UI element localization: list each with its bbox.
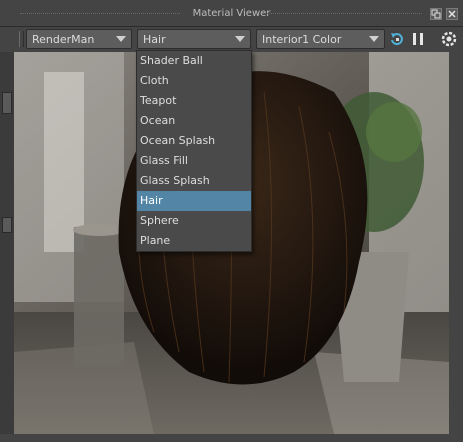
toolbar: RenderMan Hair Interior1 Color: [0, 27, 463, 51]
environment-select[interactable]: Interior1 Color: [256, 29, 385, 49]
toolbar-grip[interactable]: [19, 31, 24, 47]
menu-item-cloth[interactable]: Cloth: [137, 71, 251, 91]
chevron-down-icon: [233, 33, 247, 45]
chevron-down-icon: [114, 33, 128, 45]
right-panel-strip: [449, 52, 463, 434]
renderer-select[interactable]: RenderMan: [26, 29, 132, 49]
refresh-render-icon[interactable]: [389, 31, 405, 47]
shape-dropdown-menu: Shader Ball Cloth Teapot Ocean Ocean Spl…: [136, 50, 252, 252]
shape-select[interactable]: Hair: [137, 29, 251, 49]
chevron-down-icon: [367, 33, 381, 45]
menu-item-glass-fill[interactable]: Glass Fill: [137, 151, 251, 171]
menu-item-sphere[interactable]: Sphere: [137, 211, 251, 231]
menu-item-teapot[interactable]: Teapot: [137, 91, 251, 111]
environment-value: Interior1 Color: [262, 33, 342, 46]
menu-item-ocean-splash[interactable]: Ocean Splash: [137, 131, 251, 151]
bottom-strip: [0, 434, 463, 442]
settings-icon[interactable]: [441, 31, 457, 47]
title-grip-right[interactable]: [262, 13, 422, 15]
pause-icon[interactable]: [410, 31, 426, 47]
menu-item-hair[interactable]: Hair: [137, 191, 251, 211]
menu-item-shader-ball[interactable]: Shader Ball: [137, 51, 251, 71]
left-panel-handle[interactable]: [2, 217, 12, 233]
menu-item-plane[interactable]: Plane: [137, 231, 251, 251]
dock-icon[interactable]: [430, 8, 442, 20]
title-bar: Material Viewer: [0, 0, 463, 27]
renderer-value: RenderMan: [32, 33, 95, 46]
left-scroll-handle[interactable]: [2, 92, 12, 114]
menu-item-ocean[interactable]: Ocean: [137, 111, 251, 131]
menu-item-glass-splash[interactable]: Glass Splash: [137, 171, 251, 191]
shape-value: Hair: [143, 33, 166, 46]
left-panel-strip: [0, 52, 15, 434]
close-icon[interactable]: [446, 8, 458, 20]
